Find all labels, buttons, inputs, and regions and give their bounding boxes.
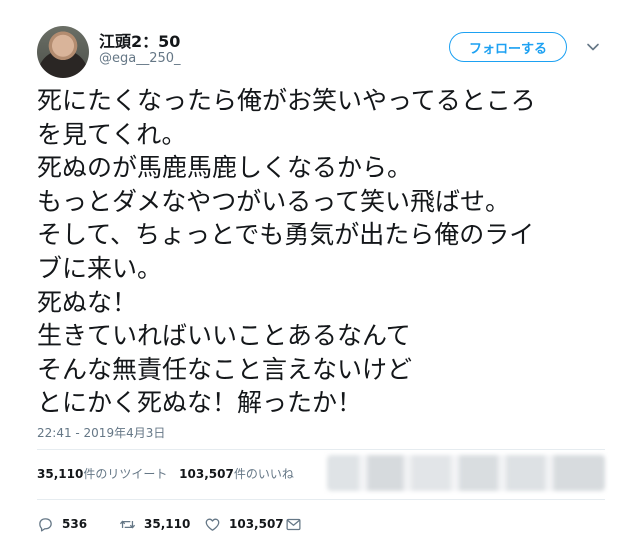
- user-handle[interactable]: @ega__250_: [99, 51, 181, 66]
- follow-button[interactable]: フォローする: [449, 32, 567, 62]
- tweet-line: 死ぬな！: [37, 287, 138, 317]
- heart-icon: [205, 518, 220, 531]
- retweet-button[interactable]: 35,110: [119, 514, 190, 534]
- tweet-text: 死にたくなったら俺がお笑いやってるところ を見てくれ。 死ぬのが馬鹿馬鹿しくなる…: [37, 84, 627, 420]
- tweet-line: を見てくれ。: [37, 119, 187, 149]
- tweet-line: 死ぬのが馬鹿馬鹿しくなるから。: [37, 153, 413, 183]
- divider: [37, 499, 605, 500]
- retweets-total[interactable]: 35,110: [37, 467, 83, 481]
- tweet-line: 死にたくなったら俺がお笑いやってるところ: [37, 86, 536, 115]
- reply-icon: [39, 517, 52, 532]
- liker-avatars[interactable]: [327, 455, 605, 491]
- divider: [37, 449, 605, 450]
- chevron-down-icon[interactable]: [586, 40, 600, 54]
- retweets-total-label[interactable]: 件のリツイート: [83, 467, 167, 481]
- likes-total[interactable]: 103,507: [179, 467, 234, 481]
- tweet-card: 江頭2：50 @ega__250_ フォローする 死にたくなったら俺がお笑いやっ…: [0, 0, 639, 541]
- user-name[interactable]: 江頭2：50: [99, 28, 180, 52]
- retweet-icon: [119, 520, 136, 528]
- tweet-timestamp[interactable]: 22:41 - 2019年4月3日: [37, 424, 165, 441]
- tweet-line: そんな無責任なこと言えないけど: [37, 354, 413, 384]
- engagement-stats: 35,110件のリツイート 103,507件のいいね: [37, 465, 302, 482]
- reply-count: 536: [62, 517, 88, 531]
- tweet-line: そして、ちょっとでも勇気が出たら俺のライ: [37, 220, 535, 250]
- mail-icon: [286, 518, 301, 530]
- like-count: 103,507: [229, 517, 284, 531]
- like-button[interactable]: 103,507: [204, 514, 284, 534]
- tweet-line: 生きていればいいことあるなんて: [37, 321, 411, 351]
- tweet-line: とにかく死ぬな！解ったか！: [37, 388, 363, 418]
- direct-message-button[interactable]: [285, 514, 310, 534]
- reply-button[interactable]: 536: [37, 514, 87, 534]
- retweet-count: 35,110: [144, 517, 191, 531]
- tweet-line: ブに来い。: [37, 253, 163, 283]
- tweet-line: もっとダメなやつがいるって笑い飛ばせ。: [37, 186, 511, 216]
- likes-total-label[interactable]: 件のいいね: [234, 467, 294, 481]
- avatar[interactable]: [37, 26, 89, 78]
